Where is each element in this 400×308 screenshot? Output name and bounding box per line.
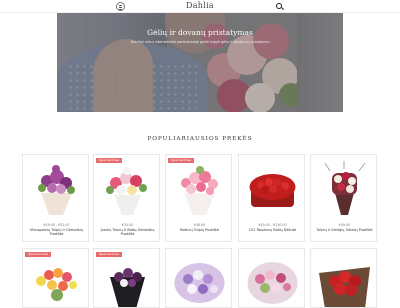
site-logo[interactable]: Dahlia bbox=[184, 1, 216, 10]
sale-badge: Išpardavimas bbox=[168, 158, 195, 163]
product-card[interactable] bbox=[310, 248, 377, 308]
hero-title: Gėlių ir dovanų pristatymas bbox=[147, 28, 253, 37]
product-card[interactable]: €49.00 Tulpių Ir Smilgių Gėlelių Puokštė bbox=[310, 154, 377, 242]
sale-badge: Išpardavimas bbox=[25, 252, 52, 257]
product-price: €49.00 bbox=[338, 223, 351, 227]
product-name[interactable]: Įvairių Tulpių Ir Baltų Gėmelbių Puokštė bbox=[98, 228, 157, 236]
sale-badge: Išpardavimas bbox=[96, 252, 123, 257]
product-price: €49.00 – €130.00 bbox=[258, 223, 287, 227]
hamburger-menu-icon[interactable] bbox=[116, 2, 125, 11]
hero-banner: Gėlių ir dovanų pristatymas Nuo šiol mūs… bbox=[57, 13, 343, 112]
product-name[interactable]: Rožinių Tulpių Puokštė bbox=[170, 228, 229, 232]
top-bar: Dahlia bbox=[0, 0, 400, 13]
product-name[interactable]: Vienspalvių Tulpių Ir Gėmelbių Puokštė bbox=[27, 228, 86, 236]
product-image[interactable] bbox=[243, 159, 302, 217]
search-icon[interactable] bbox=[276, 3, 282, 9]
product-card[interactable] bbox=[165, 248, 232, 308]
product-image[interactable] bbox=[170, 159, 229, 217]
product-image[interactable] bbox=[315, 159, 374, 217]
hero-subtitle: Nuo šiol mūsų internetinėje parduotuvėje… bbox=[130, 40, 270, 44]
product-image[interactable] bbox=[27, 159, 86, 217]
product-image[interactable] bbox=[98, 159, 157, 217]
product-name[interactable]: 101 Raudonų Rožių Dėžutė bbox=[243, 228, 302, 232]
product-card[interactable]: €49.00 – €52.00 Vienspalvių Tulpių Ir Gė… bbox=[22, 154, 89, 242]
product-name[interactable]: Tulpių Ir Smilgių Gėlelių Puokštė bbox=[315, 228, 374, 232]
section-title: POPULIARIAUSIOS PREKĖS bbox=[147, 136, 253, 142]
product-card[interactable]: €49.00 – €130.00 101 Raudonų Rožių Dėžut… bbox=[238, 154, 305, 242]
product-card[interactable] bbox=[238, 248, 305, 308]
product-card[interactable]: Išpardavimas bbox=[22, 248, 89, 308]
product-card[interactable]: Išpardavimas €46.00 Rožinių Tulpių Puokš… bbox=[165, 154, 232, 242]
sale-badge: Išpardavimas bbox=[96, 158, 123, 163]
product-price: €46.00 bbox=[193, 223, 206, 227]
product-price: €34.00 bbox=[121, 223, 134, 227]
product-card[interactable]: Išpardavimas €34.00 Įvairių Tulpių Ir Ba… bbox=[93, 154, 160, 242]
product-card[interactable]: Išpardavimas bbox=[93, 248, 160, 308]
product-price: €49.00 – €52.00 bbox=[43, 223, 70, 227]
